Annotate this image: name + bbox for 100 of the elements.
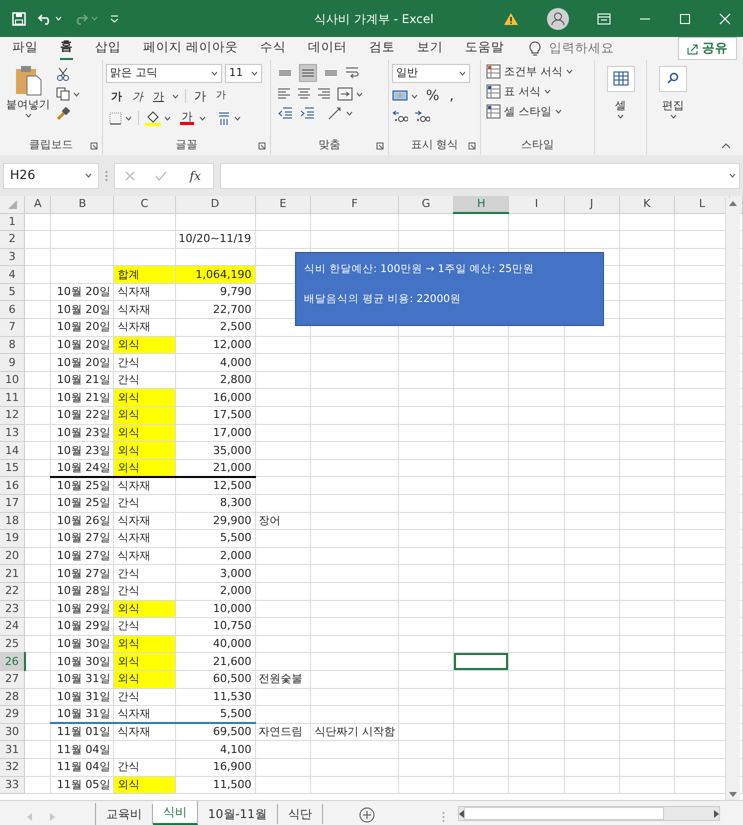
caret-icon[interactable] (234, 116, 241, 120)
sheet-cell[interactable]: 외식 (114, 336, 176, 354)
sheet-cell[interactable]: 11,530 (175, 688, 256, 706)
sheet-cell[interactable]: 10월 20일 (50, 283, 114, 301)
sheet-cell[interactable]: 10월 21일 (50, 388, 114, 407)
row-header[interactable]: 15 (0, 459, 25, 477)
sheet-cell[interactable]: 16,000 (175, 388, 256, 407)
comma-button[interactable]: , (447, 89, 456, 103)
row-header[interactable]: 5 (0, 283, 25, 301)
row-header[interactable]: 29 (0, 706, 25, 724)
row-header[interactable]: 16 (0, 476, 25, 494)
row-header[interactable]: 30 (0, 723, 25, 741)
column-header[interactable]: K (619, 196, 674, 213)
ribbon-tab[interactable]: 도움말 (464, 38, 504, 59)
sheet-cell[interactable]: 10,750 (175, 618, 256, 636)
sheet-cell[interactable]: 21,000 (175, 459, 256, 477)
bold-button[interactable]: 가 (109, 90, 124, 102)
sheet-cell[interactable]: 외식 (114, 442, 176, 460)
sheet-cell[interactable]: 전원숯불 (255, 670, 311, 688)
sheet-cell[interactable]: 40,000 (175, 635, 256, 653)
sheet-cell[interactable]: 29,900 (175, 512, 256, 530)
add-sheet-icon[interactable] (358, 806, 375, 823)
sheet-cell[interactable]: 외식 (114, 424, 176, 442)
sheet-cell[interactable]: 외식 (114, 388, 176, 407)
caret-icon[interactable] (356, 92, 363, 96)
sheet-cell[interactable]: 2,500 (175, 318, 256, 336)
editing-button[interactable]: 편집 (657, 66, 689, 119)
sheet-cell[interactable]: 식자재 (114, 512, 176, 530)
row-header[interactable]: 25 (0, 635, 25, 653)
wrap-text-icon[interactable] (345, 66, 359, 80)
ribbon-tab[interactable]: 홈 (60, 37, 73, 60)
caret-icon[interactable] (670, 114, 676, 119)
font-size-dropdown[interactable]: 11 (225, 64, 262, 83)
row-header[interactable]: 22 (0, 582, 25, 600)
column-header[interactable]: G (398, 196, 454, 213)
align-center-icon[interactable] (297, 87, 311, 101)
dialog-launcher-icon[interactable] (468, 142, 476, 150)
column-header[interactable]: F (310, 196, 398, 213)
sheet-cell[interactable]: 10월 31일 (50, 688, 114, 706)
warning-icon[interactable] (503, 12, 519, 26)
caret-icon[interactable] (164, 116, 171, 120)
sheet-cell[interactable]: 10월 23일 (50, 442, 114, 460)
caret-icon[interactable] (554, 109, 562, 114)
column-header[interactable]: C (114, 196, 176, 213)
sheet-cell[interactable]: 합계 (114, 266, 176, 284)
sheet-cell[interactable]: 10월 20일 (50, 318, 114, 336)
sheet-cell[interactable]: 9,790 (175, 283, 256, 301)
sheet-cell[interactable]: 8,300 (175, 494, 256, 512)
fill-color-icon[interactable] (145, 110, 161, 126)
caret-icon[interactable] (251, 70, 258, 76)
sheet-cell[interactable]: 식자재 (114, 300, 176, 319)
column-header[interactable]: B (50, 196, 114, 213)
currency-icon[interactable] (392, 89, 408, 103)
increase-indent-icon[interactable] (299, 106, 315, 120)
percent-button[interactable]: % (424, 89, 442, 103)
dialog-launcher-icon[interactable] (376, 142, 384, 150)
caret-icon[interactable] (24, 113, 32, 118)
column-header[interactable]: I (508, 196, 564, 213)
row-header[interactable]: 24 (0, 618, 25, 636)
cells-button[interactable]: 셀 (604, 66, 636, 119)
share-button[interactable]: 공유 (678, 37, 737, 60)
sheet-cell[interactable]: 4,000 (175, 354, 256, 372)
sheet-cell[interactable]: 10월 27일 (50, 547, 114, 565)
number-format-dropdown[interactable]: 일반 (392, 64, 470, 83)
sheet-cell[interactable]: 10월 26일 (50, 512, 114, 530)
sheet-cell[interactable]: 17,500 (175, 406, 256, 424)
scroll-up-icon[interactable] (729, 201, 737, 206)
collapse-ribbon-icon[interactable] (721, 143, 731, 149)
conditional-formatting-button[interactable]: 조건부 서식 (484, 64, 591, 79)
sheet-cell[interactable]: 장어 (255, 512, 311, 530)
caret-icon[interactable] (459, 70, 466, 76)
sheet-cell[interactable]: 간식 (114, 618, 176, 636)
sheet-cell[interactable]: 외식 (114, 406, 176, 424)
row-header[interactable]: 18 (0, 512, 25, 530)
ribbon-display-icon[interactable] (597, 12, 611, 24)
sheet-cell[interactable]: 식자재 (114, 706, 176, 724)
sheet-cell[interactable]: 10월 28일 (50, 582, 114, 600)
format-as-table-button[interactable]: 표 서식 (484, 84, 591, 99)
column-header[interactable]: L (674, 196, 730, 213)
sheet-cell[interactable]: 10월 30일 (50, 652, 114, 670)
row-header[interactable]: 8 (0, 336, 25, 354)
sheet-cell[interactable]: 외식 (114, 600, 176, 618)
align-left-icon[interactable] (277, 87, 291, 101)
dialog-launcher-icon[interactable] (258, 142, 266, 150)
sheet-cell[interactable]: 10월 29일 (50, 600, 114, 618)
sheet-cell[interactable]: 외식 (114, 652, 176, 670)
sheet-cell[interactable]: 식자재 (114, 723, 176, 741)
sheet-cell[interactable]: 식자재 (114, 283, 176, 301)
sheet-cell[interactable]: 5,500 (175, 706, 256, 724)
sheet-cell[interactable]: 12,500 (175, 476, 256, 494)
font-name-dropdown[interactable]: 맑은 고딕 (106, 64, 222, 83)
sheet-cell[interactable]: 10월 20일 (50, 354, 114, 372)
sheet-tab[interactable]: 식단 (278, 804, 323, 824)
sheet-cell[interactable]: 60,500 (175, 670, 256, 688)
increase-decimal-icon[interactable] (392, 109, 408, 123)
caret-icon[interactable] (211, 70, 218, 76)
caret-icon[interactable] (544, 89, 550, 94)
sheet-cell[interactable]: 22,700 (175, 300, 256, 319)
middle-align-button[interactable] (299, 64, 317, 82)
sheet-cell[interactable]: 10월 20일 (50, 300, 114, 319)
